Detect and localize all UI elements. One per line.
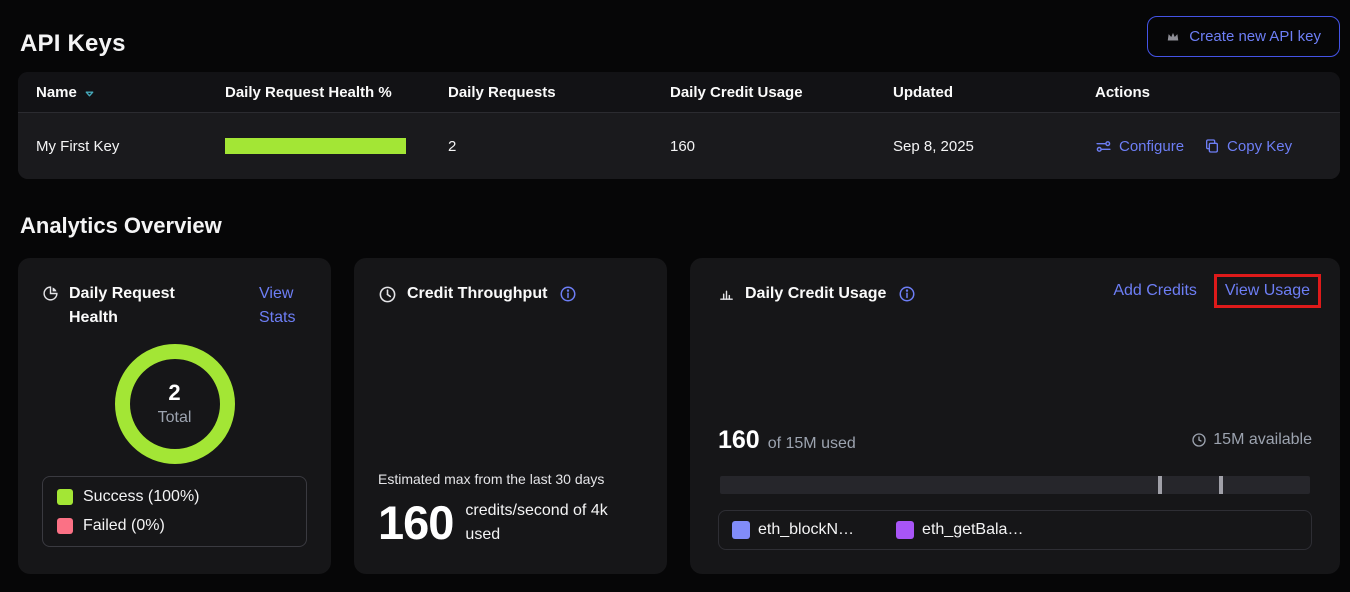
clock-icon bbox=[1191, 432, 1207, 448]
failed-swatch bbox=[57, 518, 73, 534]
pie-chart-icon bbox=[42, 285, 59, 302]
health-donut-chart: 2 Total bbox=[115, 344, 235, 464]
success-label: Success (100%) bbox=[83, 488, 200, 506]
usage-used-label: of 15M used bbox=[768, 435, 856, 453]
configure-label: Configure bbox=[1119, 138, 1184, 155]
copy-key-button[interactable]: Copy Key bbox=[1204, 138, 1292, 155]
health-donut-wrap: 2 Total bbox=[42, 344, 307, 464]
usage-meter bbox=[720, 476, 1310, 494]
meter-tick bbox=[1219, 476, 1223, 494]
column-header-requests: Daily Requests bbox=[448, 84, 670, 101]
throughput-value: 160 bbox=[378, 495, 453, 550]
sort-icon[interactable] bbox=[84, 88, 95, 99]
key-daily-requests: 2 bbox=[448, 138, 670, 155]
info-icon[interactable] bbox=[559, 285, 577, 303]
throughput-unit: credits/second of 4k used bbox=[465, 499, 637, 547]
usage-card-title: Daily Credit Usage bbox=[745, 282, 886, 306]
gauge-icon bbox=[378, 285, 397, 304]
throughput-subtitle: Estimated max from the last 30 days bbox=[378, 471, 643, 487]
column-header-actions: Actions bbox=[1095, 84, 1322, 101]
create-api-key-label: Create new API key bbox=[1189, 28, 1321, 45]
usage-summary-row: 160 of 15M used 15M available bbox=[718, 426, 1312, 455]
add-credits-link[interactable]: Add Credits bbox=[1113, 282, 1197, 300]
key-actions-cell: Configure Copy Key bbox=[1095, 138, 1322, 155]
eth-blocknumber-swatch bbox=[732, 521, 750, 539]
dashboard-page: API Keys Create new API key Name Daily R… bbox=[0, 0, 1350, 592]
column-header-updated: Updated bbox=[893, 84, 1095, 101]
legend-item-eth-blocknumber: eth_blockN… bbox=[732, 521, 854, 539]
bar-chart-icon bbox=[718, 285, 735, 302]
top-bar: API Keys Create new API key bbox=[0, 0, 1350, 58]
health-card-title: Daily Request Health bbox=[69, 282, 185, 330]
copy-key-label: Copy Key bbox=[1227, 138, 1292, 155]
eth-getbalance-label: eth_getBala… bbox=[922, 521, 1023, 539]
configure-button[interactable]: Configure bbox=[1095, 138, 1184, 155]
analytics-heading: Analytics Overview bbox=[20, 213, 1350, 239]
throughput-card-header: Credit Throughput bbox=[378, 282, 643, 306]
donut-total-label: Total bbox=[158, 409, 192, 427]
create-api-key-button[interactable]: Create new API key bbox=[1147, 16, 1340, 57]
usage-used-value: 160 bbox=[718, 426, 760, 455]
column-header-credit-usage: Daily Credit Usage bbox=[670, 84, 893, 101]
legend-item-failed: Failed (0%) bbox=[57, 517, 292, 535]
table-row[interactable]: My First Key 2 160 Sep 8, 2025 Configure… bbox=[18, 112, 1340, 179]
usage-legend: eth_blockN… eth_getBala… bbox=[718, 510, 1312, 550]
crown-icon bbox=[1166, 30, 1180, 44]
view-usage-annotation-box: View Usage bbox=[1214, 274, 1321, 308]
daily-credit-usage-card: Daily Credit Usage Add Credits View Usag… bbox=[690, 258, 1340, 574]
legend-item-success: Success (100%) bbox=[57, 488, 292, 506]
view-usage-link[interactable]: View Usage bbox=[1225, 282, 1310, 299]
column-header-health: Daily Request Health % bbox=[225, 84, 448, 101]
throughput-card-title: Credit Throughput bbox=[407, 282, 547, 306]
api-keys-table: Name Daily Request Health % Daily Reques… bbox=[18, 72, 1340, 179]
eth-blocknumber-label: eth_blockN… bbox=[758, 521, 854, 539]
failed-label: Failed (0%) bbox=[83, 517, 165, 535]
health-bar bbox=[225, 138, 406, 154]
credit-throughput-card: Credit Throughput Estimated max from the… bbox=[354, 258, 667, 574]
key-updated: Sep 8, 2025 bbox=[893, 138, 1095, 155]
usage-available: 15M available bbox=[1191, 431, 1312, 449]
legend-item-eth-getbalance: eth_getBala… bbox=[896, 521, 1023, 539]
usage-available-label: 15M available bbox=[1213, 431, 1312, 449]
usage-card-links: Add Credits View Usage bbox=[1113, 282, 1312, 300]
info-icon[interactable] bbox=[898, 285, 916, 303]
table-header-row: Name Daily Request Health % Daily Reques… bbox=[18, 72, 1340, 112]
eth-getbalance-swatch bbox=[896, 521, 914, 539]
donut-total-value: 2 bbox=[168, 381, 180, 405]
health-card-header: Daily Request Health View Stats bbox=[42, 282, 307, 330]
usage-card-header: Daily Credit Usage Add Credits View Usag… bbox=[718, 282, 1312, 306]
view-stats-link[interactable]: View Stats bbox=[259, 282, 307, 330]
analytics-cards: Daily Request Health View Stats 2 Total … bbox=[18, 258, 1340, 574]
throughput-value-row: 160 credits/second of 4k used bbox=[378, 495, 643, 550]
key-health-cell bbox=[225, 138, 448, 154]
daily-request-health-card: Daily Request Health View Stats 2 Total … bbox=[18, 258, 331, 574]
meter-tick bbox=[1158, 476, 1162, 494]
column-header-name[interactable]: Name bbox=[36, 84, 225, 101]
copy-icon bbox=[1204, 138, 1220, 154]
page-title: API Keys bbox=[20, 16, 126, 58]
key-daily-credit-usage: 160 bbox=[670, 138, 893, 155]
key-name: My First Key bbox=[36, 138, 225, 155]
health-legend: Success (100%) Failed (0%) bbox=[42, 476, 307, 547]
sliders-icon bbox=[1095, 138, 1112, 155]
success-swatch bbox=[57, 489, 73, 505]
